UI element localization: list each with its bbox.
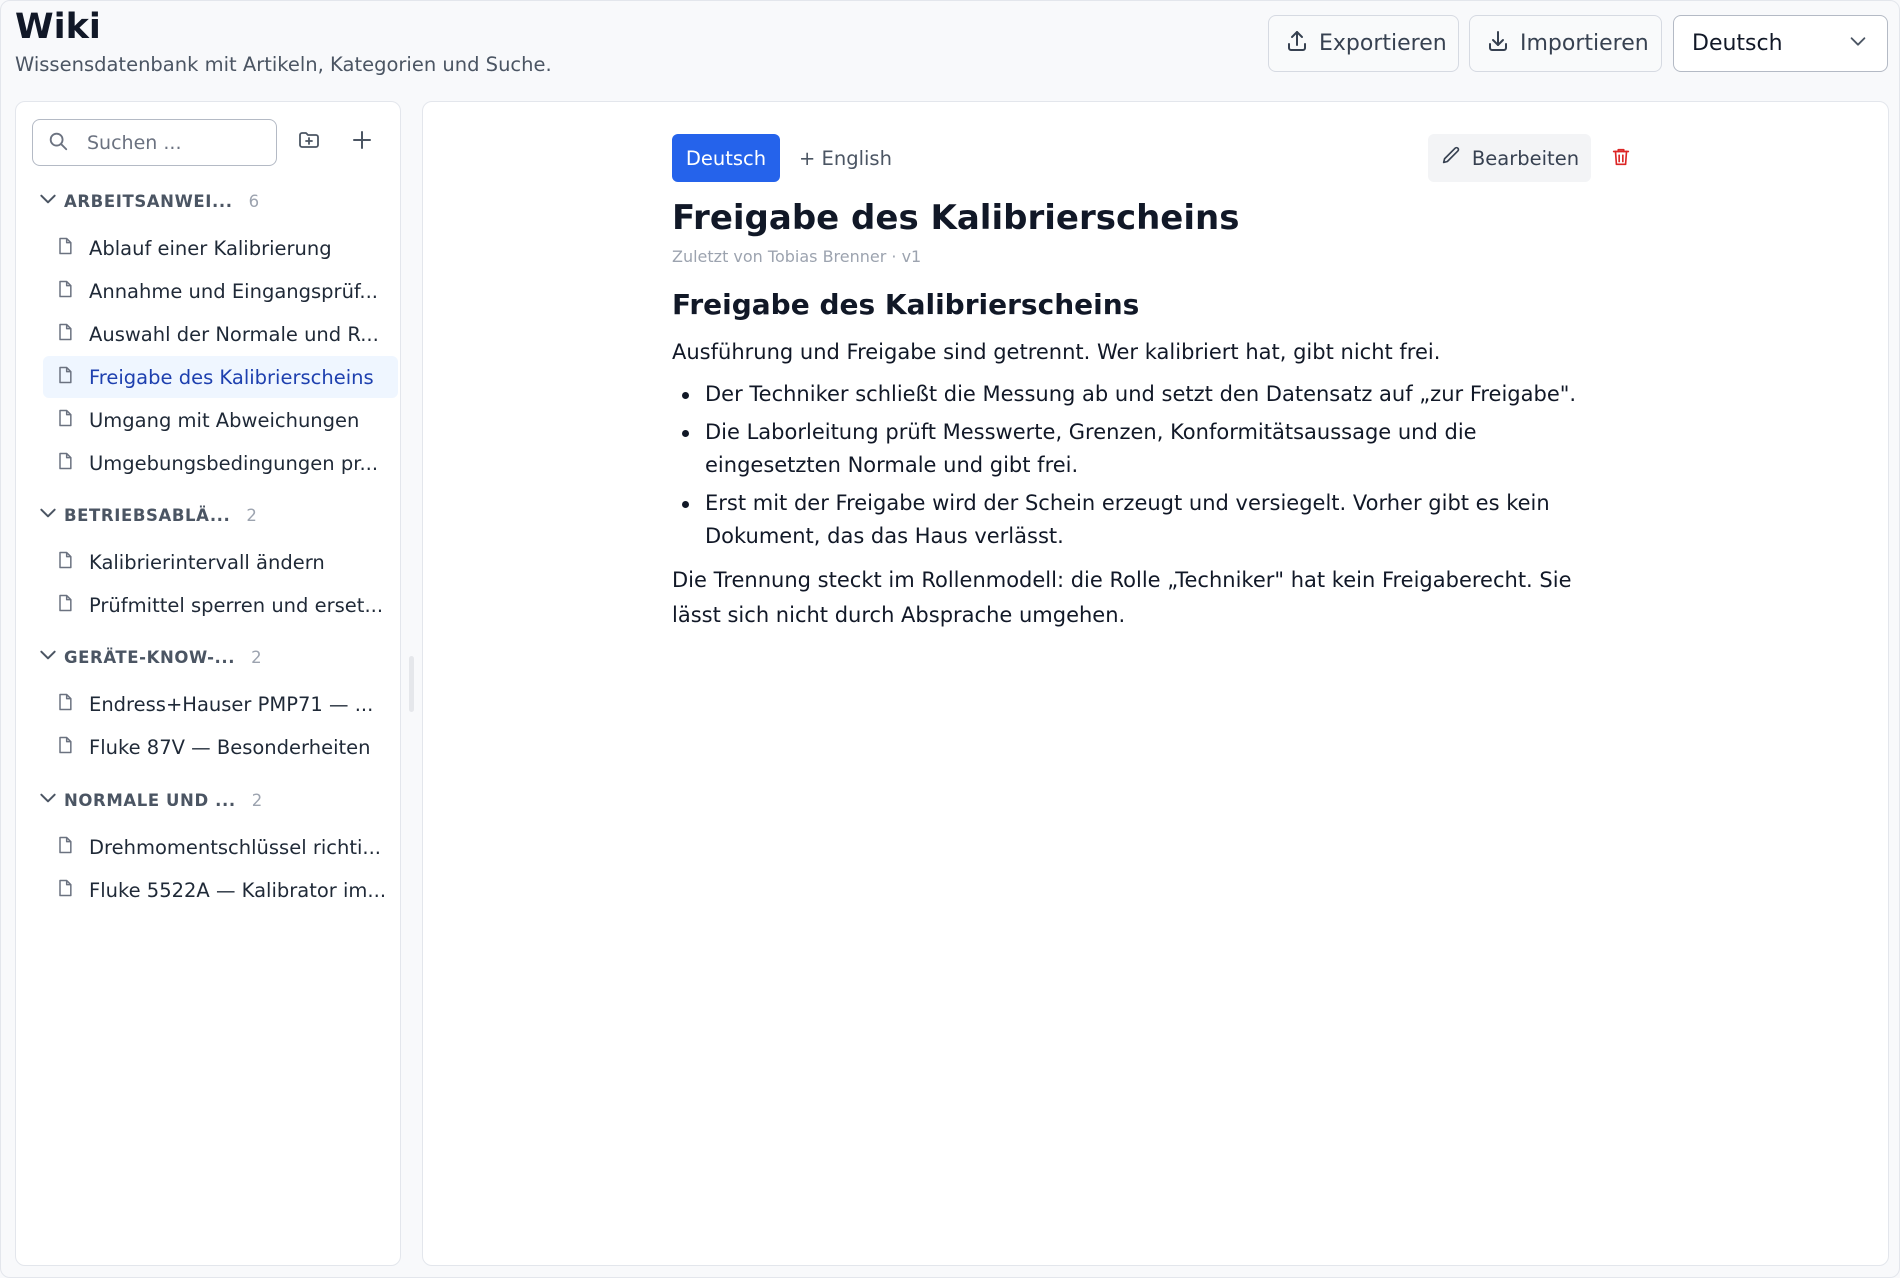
sidebar-article[interactable]: Annahme und Eingangsprüf... [43,270,398,312]
sidebar-article[interactable]: Umgang mit Abweichungen [43,399,398,441]
sidebar-article-label: Umgebungsbedingungen pr... [89,451,379,475]
import-label: Importieren [1520,31,1649,56]
article-panel: Deutsch + English Bearbeiten Freigabe de… [422,101,1889,1266]
file-icon [55,735,75,760]
category-count: 6 [248,191,260,211]
sidebar-article[interactable]: Prüfmittel sperren und erset... [43,584,398,626]
sidebar-article-label: Ablauf einer Kalibrierung [89,236,332,260]
category-name: BETRIEBSABLÄ... [64,505,231,525]
sidebar-article[interactable]: Fluke 87V — Besonderheiten [43,726,398,768]
sidebar-article-label: Endress+Hauser PMP71 — ... [89,692,374,716]
sidebar-article-label: Fluke 87V — Besonderheiten [89,735,371,759]
file-icon [55,692,75,717]
folder-plus-icon [297,128,321,156]
search-input[interactable] [87,131,247,154]
export-label: Exportieren [1319,31,1447,56]
file-icon [55,451,75,476]
chevron-down-icon [1847,30,1869,58]
sidebar-article[interactable]: Kalibrierintervall ändern [43,541,398,583]
language-select[interactable]: Deutsch [1673,15,1888,72]
app-window: Wiki Wissensdatenbank mit Artikeln, Kate… [0,0,1900,1278]
search-icon [47,130,69,156]
search-field[interactable] [32,119,277,166]
file-icon [55,236,75,261]
sidebar-article-label: Umgang mit Abweichungen [89,408,360,432]
article-bullet-list: Der Techniker schließt die Messung ab un… [672,378,1612,553]
export-button[interactable]: Exportieren [1268,15,1459,72]
sidebar-article[interactable]: Fluke 5522A — Kalibrator im... [43,869,398,911]
category-count: 2 [246,505,257,525]
file-icon [55,593,75,618]
file-icon [55,878,75,903]
edit-button[interactable]: Bearbeiten [1428,134,1591,182]
file-icon [55,835,75,860]
sidebar-article-label: Prüfmittel sperren und erset... [89,593,384,617]
plus-icon [350,128,374,156]
edit-label: Bearbeiten [1471,146,1580,170]
article-meta: Zuletzt von Tobias Brenner · v1 [672,247,922,266]
category-name: GERÄTE-KNOW-... [64,647,236,667]
article-body: Freigabe des Kalibrierscheins Ausführung… [672,288,1612,633]
upload-icon [1285,29,1309,59]
category-name: ARBEITSANWEI... [64,191,233,211]
sidebar-article-label: Fluke 5522A — Kalibrator im... [89,878,387,902]
app-subtitle: Wissensdatenbank mit Artikeln, Kategorie… [15,53,552,76]
language-select-value: Deutsch [1692,31,1783,56]
list-item: Erst mit der Freigabe wird der Schein er… [672,487,1612,553]
category-name: NORMALE UND ... [64,790,236,810]
category-count: 2 [251,647,262,667]
app-title: Wiki [15,7,101,47]
sidebar-article-label: Auswahl der Normale und R... [89,322,379,346]
list-item: Die Laborleitung prüft Messwerte, Grenze… [672,416,1612,482]
category-count: 2 [251,790,263,810]
new-folder-button[interactable] [291,124,327,160]
article-paragraph: Ausführung und Freigabe sind getrennt. W… [672,340,1441,364]
category-header[interactable]: NORMALE UND ... 2 [38,785,262,815]
sidebar-article-label: Drehmomentschlüssel richti... [89,835,382,859]
sidebar-resize-handle[interactable] [409,656,414,712]
import-button[interactable]: Importieren [1469,15,1662,72]
download-icon [1486,29,1510,59]
add-translation-button[interactable]: + English [799,134,892,182]
article-paragraph: Die Trennung steckt im Rollenmodell: die… [672,568,1572,627]
new-article-button[interactable] [344,124,380,160]
sidebar-article[interactable]: Drehmomentschlüssel richti... [43,826,398,868]
file-icon [55,550,75,575]
category-header[interactable]: ARBEITSANWEI... 6 [38,186,259,216]
category-header[interactable]: GERÄTE-KNOW-... 2 [38,642,262,672]
file-icon [55,365,75,390]
chevron-down-icon [38,645,64,669]
file-icon [55,408,75,433]
list-item: Der Techniker schließt die Messung ab un… [672,378,1612,411]
file-icon [55,322,75,347]
delete-button[interactable] [1606,144,1636,174]
sidebar-article-label: Kalibrierintervall ändern [89,550,325,574]
chevron-down-icon [38,788,64,812]
file-icon [55,279,75,304]
tab-language-de[interactable]: Deutsch [672,134,780,182]
sidebar-article[interactable]: Umgebungsbedingungen pr... [43,442,398,484]
chevron-down-icon [38,189,64,213]
article-title: Freigabe des Kalibrierscheins [672,198,1240,238]
sidebar-article[interactable]: Endress+Hauser PMP71 — ... [43,683,398,725]
pencil-icon [1440,145,1462,172]
trash-icon [1610,146,1632,172]
category-header[interactable]: BETRIEBSABLÄ... 2 [38,500,257,530]
sidebar-article-label: Freigabe des Kalibrierscheins [89,365,374,389]
sidebar-article-active[interactable]: Freigabe des Kalibrierscheins [43,356,398,398]
sidebar-article[interactable]: Auswahl der Normale und R... [43,313,398,355]
sidebar-article-label: Annahme und Eingangsprüf... [89,279,378,303]
chevron-down-icon [38,503,64,527]
article-heading: Freigabe des Kalibrierscheins [672,288,1140,321]
sidebar: ARBEITSANWEI... 6 Ablauf einer Kalibrier… [15,101,401,1266]
sidebar-article[interactable]: Ablauf einer Kalibrierung [43,227,398,269]
